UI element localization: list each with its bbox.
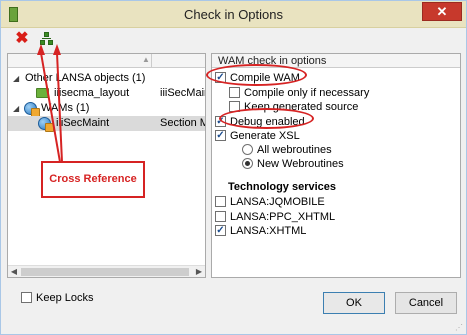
ok-button[interactable]: OK (323, 292, 385, 314)
collapse-icon[interactable]: ◢ (13, 71, 19, 86)
layout-icon (36, 88, 49, 98)
cross-reference-callout: Cross Reference (41, 161, 145, 198)
cross-reference-button[interactable] (38, 31, 56, 47)
tech-label: LANSA:JQMOBILE (230, 196, 325, 208)
scroll-left-icon[interactable]: ◀ (8, 266, 20, 277)
cross-reference-icon (40, 32, 54, 46)
checkbox-box[interactable] (229, 87, 240, 98)
close-button[interactable]: ✕ (422, 2, 462, 21)
checkbox-box[interactable]: ✓ (215, 130, 226, 141)
tree-row-iiisecmaint[interactable]: iiiSecMaint Section Mai (8, 116, 205, 132)
tree-row-description: iiiSecMaint (160, 87, 205, 99)
technology-services-heading: Technology services (228, 181, 337, 193)
cancel-button[interactable]: Cancel (395, 292, 457, 314)
tree-row-layout[interactable]: iiisecma_layout iiiSecMaint (8, 86, 205, 101)
tree-row-description: Section Mai (160, 117, 205, 129)
toolbar: ✖ (1, 28, 466, 50)
checkbox-box[interactable]: ✓ (215, 225, 226, 236)
compile-only-label: Compile only if necessary (244, 87, 370, 99)
wam-icon (38, 117, 54, 132)
window-title: Check in Options (184, 7, 283, 22)
compile-wam-highlight (206, 64, 307, 86)
tree-column-header[interactable]: ▲ (8, 54, 205, 68)
title-bar: Check in Options ✕ (1, 1, 466, 28)
tree-row-wams[interactable]: ◢ WAMs (1) (8, 101, 205, 117)
wam-icon (24, 102, 40, 117)
delete-button[interactable]: ✖ (13, 31, 31, 47)
tech-label: LANSA:XHTML (230, 225, 307, 237)
tree-row-label: Other LANSA objects (1) (25, 72, 146, 84)
scroll-right-icon[interactable]: ▶ (193, 266, 205, 277)
tree-row-label: iiisecma_layout (54, 87, 130, 99)
checkbox-box[interactable] (215, 196, 226, 207)
keep-locks-label: Keep Locks (36, 292, 94, 304)
tree-row-other-objects[interactable]: ◢ Other LANSA objects (1) (8, 71, 205, 86)
check-in-options-panel: WAM check in options ✓ Compile WAM Compi… (211, 53, 461, 278)
delete-icon: ✖ (15, 30, 29, 47)
new-webroutines-label: New Webroutines (257, 158, 344, 170)
tree-row-label: WAMs (1) (41, 102, 90, 114)
radio-button[interactable] (242, 144, 253, 155)
horizontal-scrollbar[interactable]: ◀ ▶ (8, 265, 205, 277)
checkbox-box[interactable] (21, 292, 32, 303)
scroll-thumb[interactable] (21, 268, 189, 276)
tree-row-label: iiiSecMaint (56, 117, 110, 129)
tech-label: LANSA:PPC_XHTML (230, 211, 336, 223)
generate-xsl-label: Generate XSL (230, 130, 300, 142)
collapse-icon[interactable]: ◢ (13, 101, 19, 116)
all-webroutines-label: All webroutines (257, 144, 332, 156)
resize-grip-icon[interactable]: ⋰ (455, 323, 463, 332)
radio-button[interactable] (242, 158, 253, 169)
sort-arrow-icon: ▲ (142, 55, 150, 64)
debug-enabled-highlight (219, 108, 314, 129)
checkbox-box[interactable] (215, 211, 226, 222)
